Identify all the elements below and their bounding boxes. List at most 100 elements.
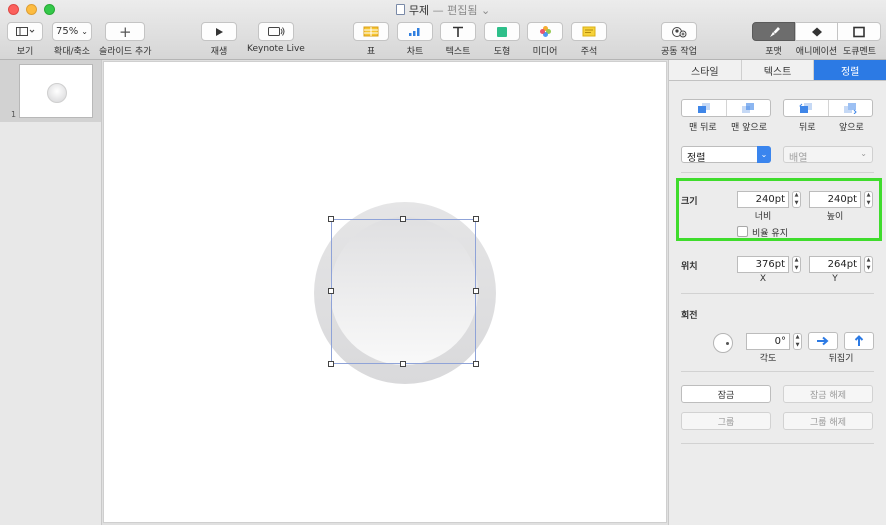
- x-position-field[interactable]: [737, 256, 789, 273]
- resize-handle-bottom-right[interactable]: [473, 361, 479, 367]
- send-to-back-button[interactable]: [682, 100, 727, 116]
- rotate-dial[interactable]: [713, 333, 733, 353]
- send-backward-button[interactable]: [784, 100, 829, 116]
- media-label: 미디어: [532, 47, 558, 57]
- align-select[interactable]: 정렬 ⌄: [681, 146, 771, 164]
- collaborate-button[interactable]: [661, 22, 697, 41]
- keynote-live-label: Keynote Live: [247, 44, 305, 54]
- send-to-back-icon: [697, 103, 710, 113]
- inspector-tabs: 스타일 텍스트 정렬: [669, 60, 886, 81]
- flip-horizontal-button[interactable]: [808, 332, 838, 350]
- resize-handle-top[interactable]: [400, 216, 406, 222]
- play-control: 재생: [201, 22, 237, 57]
- resize-handle-bottom[interactable]: [400, 361, 406, 367]
- text-button[interactable]: [440, 22, 476, 41]
- lock-button[interactable]: 잠금: [681, 385, 771, 403]
- document-button[interactable]: [838, 22, 881, 41]
- format-button[interactable]: [752, 22, 795, 41]
- sidebar-view-icon: [16, 27, 35, 36]
- chevron-down-icon: ⌄: [860, 149, 867, 158]
- arrange-inspector: 스타일 텍스트 정렬 맨 뒤로 맨 앞으로 뒤로 앞으로 정렬 ⌄ 배열 ⌄ 크…: [668, 60, 886, 525]
- y-position-stepper[interactable]: ▲ ▼: [864, 256, 873, 273]
- text-label: 텍스트: [445, 47, 471, 57]
- height-label: 높이: [826, 212, 844, 222]
- keynote-live-button[interactable]: [257, 22, 294, 41]
- slide-canvas[interactable]: [103, 61, 667, 523]
- view-control: 보기: [7, 22, 43, 57]
- height-stepper[interactable]: ▲ ▼: [864, 191, 873, 208]
- bring-to-front-icon: [742, 103, 755, 113]
- resize-handle-left[interactable]: [328, 288, 334, 294]
- format-label: 포맷: [765, 47, 782, 57]
- add-slide-label: 슬라이드 추가: [99, 47, 152, 57]
- play-label: 재생: [210, 47, 228, 57]
- tab-text[interactable]: 텍스트: [741, 60, 815, 80]
- zoom-select[interactable]: 75% ⌄: [52, 22, 92, 41]
- x-position-stepper[interactable]: ▲ ▼: [792, 256, 801, 273]
- document-title: 무제: [408, 4, 430, 17]
- tab-style[interactable]: 스타일: [669, 60, 742, 80]
- width-stepper[interactable]: ▲ ▼: [792, 191, 801, 208]
- rotate-dial-indicator: [726, 342, 729, 345]
- table-button[interactable]: [353, 22, 389, 41]
- tab-arrange[interactable]: 정렬: [814, 60, 886, 80]
- send-to-back-label: 맨 뒤로: [689, 123, 717, 133]
- y-position-field[interactable]: [809, 256, 861, 273]
- table-label: 표: [366, 47, 376, 57]
- table-control: 표: [353, 22, 389, 57]
- animate-button[interactable]: [795, 22, 838, 41]
- back-front-segment: [681, 99, 771, 117]
- resize-handle-top-left[interactable]: [328, 216, 334, 222]
- play-button[interactable]: [201, 22, 237, 41]
- distribute-select[interactable]: 배열 ⌄: [783, 146, 873, 164]
- plus-icon: +: [118, 22, 132, 41]
- slide-navigator: 1: [0, 60, 102, 525]
- view-label: 보기: [16, 47, 34, 57]
- thumbnail-circle-shape: [47, 83, 67, 103]
- chart-button[interactable]: [397, 22, 433, 41]
- backward-forward-segment: [783, 99, 873, 117]
- size-heading: 크기: [681, 197, 698, 207]
- media-control: 미디어: [527, 22, 563, 57]
- slide-thumbnail[interactable]: [19, 64, 93, 118]
- height-field[interactable]: [809, 191, 861, 208]
- inspector-segmented-control: [752, 22, 881, 41]
- resize-handle-top-right[interactable]: [473, 216, 479, 222]
- chevron-down-icon: ⌄: [81, 27, 88, 36]
- bring-to-front-button[interactable]: [727, 100, 771, 116]
- width-field[interactable]: [737, 191, 789, 208]
- window-title[interactable]: 무제 — 편집됨 ⌄: [0, 2, 886, 18]
- ungroup-button[interactable]: 그룹 해제: [783, 412, 873, 430]
- keynote-live-control: Keynote Live: [247, 22, 305, 54]
- angle-label: 각도: [759, 354, 777, 364]
- divider: [681, 293, 874, 294]
- slide-number: 1: [11, 110, 17, 119]
- chart-control: 차트: [397, 22, 433, 57]
- angle-field[interactable]: [746, 333, 790, 350]
- comment-button[interactable]: [571, 22, 607, 41]
- resize-handle-bottom-left[interactable]: [328, 361, 334, 367]
- angle-stepper[interactable]: ▲ ▼: [793, 333, 802, 350]
- comment-icon: [582, 26, 596, 37]
- position-heading: 위치: [681, 262, 698, 272]
- play-icon: [216, 27, 223, 36]
- add-slide-button[interactable]: +: [105, 22, 146, 41]
- bring-forward-icon: [844, 103, 857, 114]
- shape-control: 도형: [484, 22, 520, 57]
- title-separator: —: [432, 4, 444, 17]
- unlock-button[interactable]: 잠금 해제: [783, 385, 873, 403]
- flip-vertical-button[interactable]: [844, 332, 874, 350]
- view-button[interactable]: [7, 22, 43, 41]
- resize-handle-right[interactable]: [473, 288, 479, 294]
- y-position-label: Y: [832, 274, 838, 284]
- rotate-heading: 회전: [681, 311, 698, 321]
- media-button[interactable]: [527, 22, 563, 41]
- document-icon: [395, 4, 405, 15]
- constrain-proportions-checkbox[interactable]: [737, 226, 748, 237]
- arrow-right-icon: [817, 336, 829, 346]
- group-button[interactable]: 그룹: [681, 412, 771, 430]
- table-icon: [363, 26, 379, 37]
- bring-forward-button[interactable]: [829, 100, 873, 116]
- shape-button[interactable]: [484, 22, 520, 41]
- align-select-value: 정렬: [687, 153, 706, 164]
